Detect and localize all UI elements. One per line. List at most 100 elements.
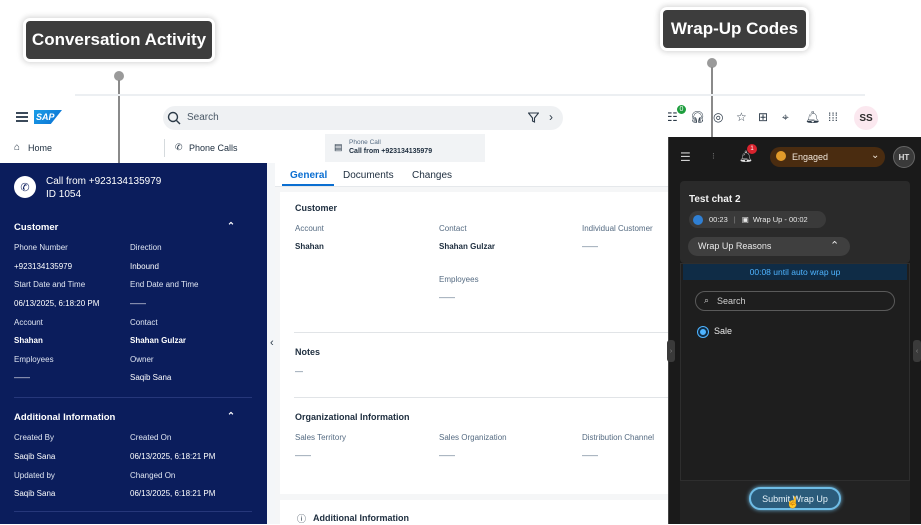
direction-label: Direction (130, 243, 162, 252)
status-icon (776, 151, 786, 161)
headset-icon[interactable]: 🎧︎ (690, 110, 705, 124)
sales-territory-value: —— (295, 451, 311, 460)
contact-label: Contact (439, 224, 467, 233)
bell-icon[interactable]: 🔔︎ (805, 110, 820, 124)
tab-separator (164, 139, 165, 157)
faint-divider (75, 94, 865, 96)
customer-card (280, 192, 668, 494)
employees-label: Employees (14, 355, 54, 364)
search-icon (167, 111, 181, 125)
search-placeholder: Search (717, 296, 746, 306)
customer-section-header[interactable]: Customer (14, 222, 58, 233)
copilot-icon[interactable]: ◎ (713, 110, 723, 124)
section-divider (294, 332, 668, 333)
tab-bar-divider (275, 186, 668, 187)
account-label: Account (295, 224, 324, 233)
employees-value: —— (439, 293, 455, 302)
chevron-down-icon: ⌄ (871, 150, 880, 161)
tab-general[interactable]: General (290, 170, 327, 181)
sale-option-label[interactable]: Sale (714, 326, 732, 336)
phone-number-value: +923134135979 (14, 262, 73, 271)
notification-badge: 0 (676, 104, 687, 115)
contact-label: Contact (130, 318, 158, 327)
tab-changes[interactable]: Changes (412, 170, 452, 181)
distribution-channel-value: —— (582, 451, 598, 460)
auto-wrap-countdown: 00:08 until auto wrap up (683, 264, 907, 280)
changed-on-value: 06/13/2025, 6:18:21 PM (130, 489, 216, 498)
menu-icon[interactable] (16, 112, 28, 122)
contact-value[interactable]: Shahan Gulzar (130, 336, 186, 345)
notification-badge: 1 (747, 144, 757, 154)
account-value[interactable]: Shahan (295, 242, 324, 251)
left-collapse-nub[interactable]: › (667, 340, 675, 362)
wrap-up-reasons-toggle[interactable]: Wrap Up Reasons ⌃ (688, 237, 850, 256)
callout-wrap-up-codes: Wrap-Up Codes (663, 10, 806, 48)
chevron-up-icon: ⌃ (830, 240, 840, 252)
tab-documents[interactable]: Documents (343, 170, 394, 181)
search-icon: ⌕ (704, 295, 710, 305)
chevron-up-icon[interactable]: ⌃ (227, 221, 235, 232)
updated-by-value: Saqib Sana (14, 489, 56, 498)
distribution-channel-label: Distribution Channel (582, 433, 655, 442)
contact-value[interactable]: Shahan Gulzar (439, 242, 495, 251)
callout-line (118, 80, 120, 166)
start-label: Start Date and Time (14, 280, 86, 289)
account-value[interactable]: Shahan (14, 336, 43, 345)
changed-on-label: Changed On (130, 471, 176, 480)
sales-org-value: —— (439, 451, 455, 460)
created-by-label: Created By (14, 433, 55, 442)
chat-icon (693, 214, 703, 225)
owner-value: Saqib Sana (130, 373, 172, 382)
divider-dots: ⁝ (712, 151, 715, 161)
wrap-code-search[interactable]: ⌕ Search (695, 291, 895, 311)
sales-territory-label: Sales Territory (295, 433, 346, 442)
chevron-up-icon[interactable]: ⌃ (227, 411, 235, 422)
active-tab-title: Call from +923134135979 (349, 148, 433, 155)
chevron-left-icon[interactable]: ‹ (270, 337, 274, 349)
direction-value: Inbound (130, 262, 159, 271)
right-collapse-nub[interactable]: ‹ (913, 340, 921, 362)
account-label: Account (14, 318, 43, 327)
location-icon[interactable]: ⌖ (782, 110, 789, 125)
sap-logo[interactable]: SAP (34, 110, 62, 124)
chat-title: Test chat 2 (689, 194, 741, 205)
individual-customer-value: —— (582, 242, 598, 251)
chat-timer: 00:23 (709, 215, 728, 224)
tab-phone-calls[interactable]: Phone Calls (189, 143, 238, 153)
sale-radio[interactable] (698, 327, 708, 337)
end-label: End Date and Time (130, 280, 199, 289)
call-title: Call from +923134135979 (46, 176, 162, 187)
menu-icon[interactable]: ☰ (680, 150, 691, 164)
employees-label: Employees (439, 275, 479, 284)
section-divider (294, 397, 668, 398)
wrap-up-reasons-label: Wrap Up Reasons (698, 241, 772, 251)
create-icon[interactable]: ⊞ (758, 110, 768, 124)
active-tab-type: Phone Call (349, 139, 381, 146)
employees-value: —— (14, 373, 30, 382)
additional-info-header[interactable]: Additional Information (14, 412, 115, 423)
chevron-right-icon[interactable]: › (549, 110, 553, 124)
agent-avatar[interactable]: HT (893, 146, 915, 168)
callout-conversation-activity: Conversation Activity (26, 21, 212, 59)
created-on-value: 06/13/2025, 6:18:21 PM (130, 452, 216, 461)
phone-number-label: Phone Number (14, 243, 68, 252)
info-icon: ⓘ (297, 514, 307, 524)
user-avatar[interactable]: SS (854, 106, 878, 130)
created-on-label: Created On (130, 433, 172, 442)
chip-divider: | (733, 215, 736, 224)
apps-grid-icon[interactable]: ⁞⁞⁞ (828, 110, 838, 124)
sales-org-label: Sales Organization (439, 433, 507, 442)
notes-section-title: Notes (295, 347, 321, 357)
updated-by-label: Updated by (14, 471, 55, 480)
additional-section-title: Additional Information (313, 513, 409, 523)
timer-chip: 00:23 | ▣ Wrap Up - 00:02 (689, 211, 826, 228)
owner-label: Owner (130, 355, 154, 364)
status-dropdown[interactable]: Engaged ⌄ (770, 147, 885, 167)
filter-icon[interactable] (528, 112, 539, 123)
phone-icon: ✆ (175, 142, 183, 152)
search-input[interactable] (163, 106, 563, 130)
tab-home[interactable]: Home (28, 143, 52, 153)
home-icon: ⌂ (14, 142, 21, 153)
star-icon[interactable]: ☆ (736, 110, 747, 124)
call-id: ID 1054 (46, 189, 82, 200)
